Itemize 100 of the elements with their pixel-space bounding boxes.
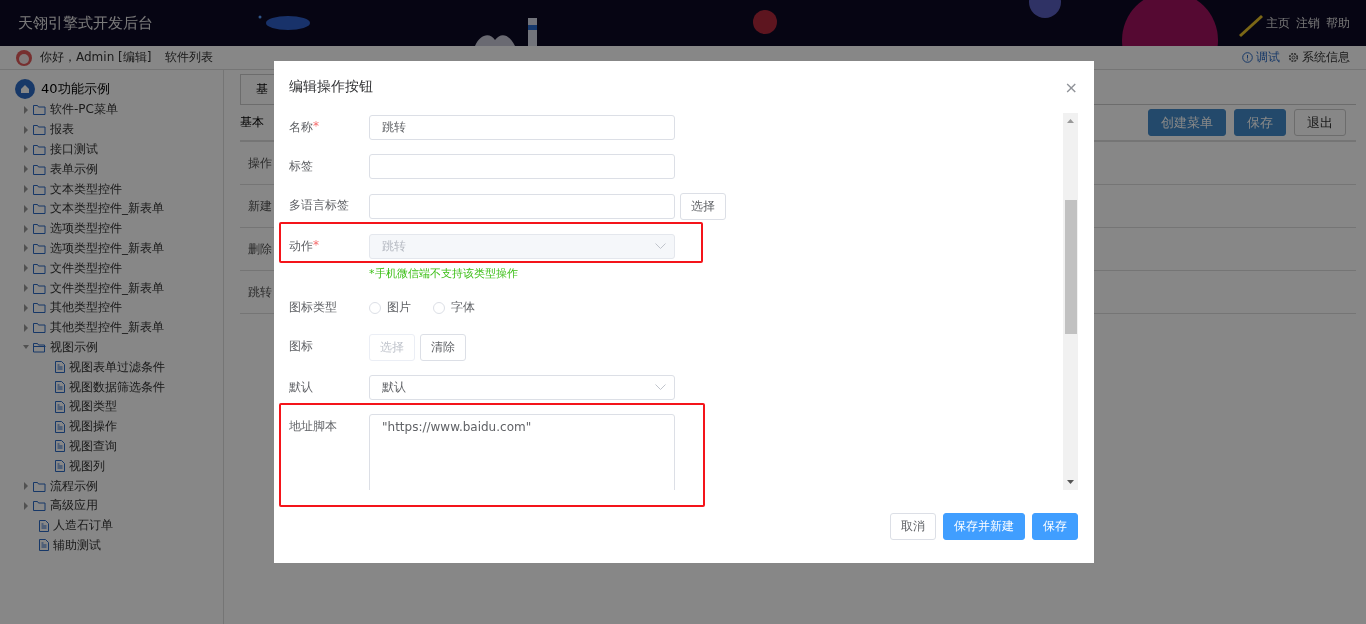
field-label: 地址脚本	[289, 418, 337, 435]
required-mark: *	[313, 237, 319, 254]
chevron-icon	[655, 243, 666, 250]
dialog-button[interactable]: 保存并新建	[943, 513, 1025, 540]
folder-icon	[33, 203, 46, 215]
tree-item[interactable]: 视图操作	[69, 418, 117, 436]
tree-root[interactable]: 40功能示例	[41, 80, 110, 98]
tree-item[interactable]: 高级应用	[50, 497, 98, 515]
radio-option[interactable]: 图片	[369, 295, 411, 320]
caret-icon[interactable]	[23, 145, 29, 154]
document-icon	[55, 381, 65, 394]
dialog-button[interactable]: 取消	[890, 513, 936, 540]
software-list-link[interactable]: 软件列表	[165, 49, 214, 66]
select-field[interactable]: 默认	[369, 375, 675, 400]
caret-icon[interactable]	[23, 165, 29, 174]
caret-icon[interactable]	[23, 482, 29, 491]
field-label: 默认	[289, 379, 313, 396]
tree-item[interactable]: 文件类型控件_新表单	[50, 279, 164, 297]
select-button[interactable]: 选择	[680, 193, 726, 220]
caret-icon[interactable]	[23, 224, 29, 233]
text-field[interactable]	[369, 194, 675, 219]
tree-item[interactable]: 人造石订单	[53, 517, 113, 535]
required-mark: *	[313, 118, 319, 135]
folder-icon	[33, 302, 46, 314]
hint-text: *手机微信端不支持该类型操作	[369, 266, 519, 281]
header-link[interactable]: 注销	[1296, 14, 1320, 32]
caret-icon[interactable]	[23, 303, 29, 312]
caret-icon[interactable]	[23, 323, 29, 332]
text-field[interactable]: 跳转	[369, 115, 675, 140]
folder-icon	[33, 480, 46, 492]
tree-item[interactable]: 报表	[50, 121, 74, 139]
document-icon	[55, 440, 65, 453]
table-cell: 删除	[248, 240, 272, 258]
caret-icon[interactable]	[23, 501, 29, 510]
caret-icon[interactable]	[23, 105, 29, 114]
scroll-up-icon[interactable]	[1067, 119, 1074, 123]
script-field[interactable]: "https://www.baidu.com"	[369, 414, 675, 490]
document-icon	[55, 420, 65, 433]
tree-item[interactable]: 文本类型控件	[50, 180, 122, 198]
caret-icon[interactable]	[23, 244, 29, 253]
tree-item[interactable]: 视图表单过滤条件	[69, 358, 165, 376]
tree-item[interactable]: 接口测试	[50, 141, 98, 158]
field-label: 标签	[289, 158, 313, 175]
tree-item[interactable]: 流程示例	[50, 477, 98, 495]
close-button[interactable]: ×	[1064, 77, 1078, 97]
caret-icon[interactable]	[23, 284, 29, 293]
tree-item[interactable]: 视图示例	[50, 338, 98, 356]
caret-icon[interactable]	[23, 264, 29, 273]
tree-item[interactable]: 选项类型控件	[50, 220, 122, 238]
table-cell: 跳转	[248, 283, 272, 301]
radio-option[interactable]: 字体	[433, 295, 475, 320]
toolbar-button[interactable]: 退出	[1294, 109, 1346, 136]
toolbar-button[interactable]: 创建菜单	[1148, 109, 1226, 136]
caret-icon[interactable]	[23, 204, 29, 213]
tree-item[interactable]: 表单示例	[50, 160, 98, 178]
folder-icon	[33, 262, 46, 274]
tree-item[interactable]: 选项类型控件_新表单	[50, 239, 164, 257]
tree-item[interactable]: 视图数据筛选条件	[69, 378, 165, 396]
folder-icon	[33, 500, 46, 512]
document-icon	[55, 400, 65, 413]
folder-icon	[33, 282, 46, 294]
text-field[interactable]	[369, 154, 675, 179]
system-info-link[interactable]: 系统信息	[1288, 49, 1350, 66]
scroll-down-icon[interactable]	[1067, 480, 1074, 484]
tree-item[interactable]: 软件-PC菜单	[50, 101, 118, 119]
folder-icon	[33, 223, 46, 235]
caret-icon[interactable]	[23, 125, 29, 134]
toolbar-button[interactable]: 保存	[1234, 109, 1286, 136]
document-icon	[39, 519, 49, 532]
tree-item[interactable]: 视图类型	[69, 398, 117, 416]
avatar-icon	[16, 49, 32, 66]
header-link[interactable]: 帮助	[1326, 14, 1350, 32]
section-title: 基本	[240, 114, 264, 131]
tree-item[interactable]: 辅助测试	[53, 536, 101, 554]
tree-item[interactable]: 其他类型控件	[50, 299, 122, 317]
folder-icon	[33, 144, 46, 155]
field-label: 图标类型	[289, 299, 337, 316]
icon-action-button[interactable]: 清除	[420, 334, 466, 361]
folder-icon	[33, 104, 46, 116]
field-label: 图标	[289, 338, 313, 355]
chevron-icon	[655, 384, 666, 391]
tree-item[interactable]: 其他类型控件_新表单	[50, 319, 164, 337]
info-icon	[1242, 52, 1253, 63]
tree-item[interactable]: 视图列	[69, 457, 105, 475]
tree-item[interactable]: 视图查询	[69, 437, 117, 455]
dialog-button[interactable]: 保存	[1032, 513, 1078, 540]
tree-item[interactable]: 文件类型控件	[50, 259, 122, 277]
folder-icon	[33, 183, 46, 195]
table-cell: 新建	[248, 197, 272, 215]
field-label: 多语言标签	[289, 197, 349, 214]
home-icon	[15, 79, 35, 99]
scrollbar[interactable]	[1063, 113, 1078, 490]
caret-icon[interactable]	[23, 185, 29, 194]
tree-item[interactable]: 文本类型控件_新表单	[50, 200, 164, 218]
open-folder-icon	[33, 341, 46, 353]
document-icon	[39, 539, 49, 552]
header-link[interactable]: 主页	[1266, 14, 1290, 32]
app-title: 天翎引擎式开发后台	[18, 13, 153, 33]
debug-link[interactable]: 调试	[1242, 49, 1280, 66]
settings-icon	[1288, 52, 1299, 63]
